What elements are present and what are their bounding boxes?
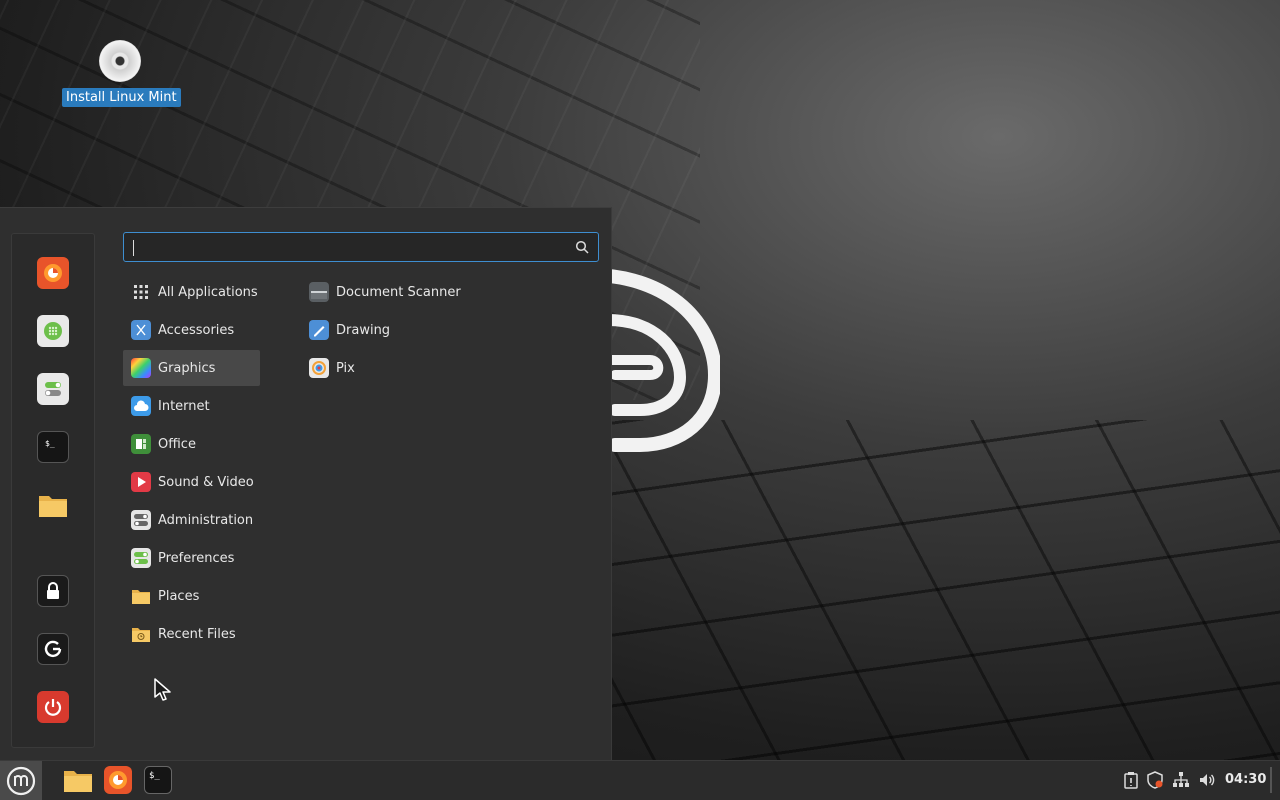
logout-icon — [44, 640, 62, 658]
category-sound-video[interactable]: Sound & Video — [123, 464, 260, 500]
taskbar-firefox[interactable] — [103, 765, 133, 795]
app-drawing[interactable]: Drawing — [301, 312, 390, 348]
firefox-icon — [104, 766, 132, 794]
taskbar: $_ 04:30 — [0, 760, 1280, 800]
category-label: Places — [158, 588, 200, 604]
show-desktop-edge[interactable] — [1270, 767, 1272, 793]
volume-icon — [1200, 774, 1215, 786]
folder-icon — [39, 496, 67, 517]
firefox-icon — [44, 264, 62, 282]
desktop-icon-label: Install Linux Mint — [62, 88, 181, 107]
drawing-icon — [309, 320, 329, 340]
tray-volume[interactable] — [1197, 770, 1217, 790]
cloud-icon — [131, 396, 151, 416]
favorite-files[interactable] — [37, 489, 69, 521]
desktop-icon-install-linux-mint[interactable]: Install Linux Mint — [62, 40, 181, 107]
text-caret — [133, 240, 134, 256]
app-label: Pix — [336, 360, 355, 376]
svg-text:$_: $_ — [149, 771, 160, 781]
taskbar-files[interactable] — [63, 765, 93, 795]
network-icon — [1173, 772, 1189, 787]
mint-menu-icon — [6, 766, 36, 795]
scanner-icon — [309, 282, 329, 302]
admin-toggles-icon — [131, 510, 151, 530]
terminal-icon: $_ — [45, 439, 55, 448]
category-all-applications[interactable]: All Applications — [123, 274, 260, 310]
category-label: Internet — [158, 398, 210, 414]
palette-icon — [131, 358, 151, 378]
mouse-cursor-icon — [154, 678, 171, 701]
disc-icon — [99, 40, 141, 82]
folder-icon — [64, 771, 92, 792]
office-icon — [131, 434, 151, 454]
favorites-bar: $_ — [11, 233, 95, 748]
pix-icon — [309, 358, 329, 378]
scissors-icon — [131, 320, 151, 340]
tray-update-manager[interactable] — [1145, 770, 1165, 790]
clipboard-icon — [1124, 772, 1138, 789]
svg-text:$_: $_ — [45, 439, 55, 448]
category-label: Sound & Video — [158, 474, 254, 490]
category-places[interactable]: Places — [123, 578, 260, 614]
terminal-icon: $_ — [144, 766, 172, 794]
category-label: Administration — [158, 512, 254, 528]
favorite-software-manager[interactable] — [37, 315, 69, 347]
search-icon — [575, 240, 589, 254]
category-label: All Applications — [158, 284, 258, 300]
category-label: Accessories — [158, 322, 235, 338]
software-manager-icon — [44, 322, 62, 340]
category-label: Office — [158, 436, 196, 452]
category-preferences[interactable]: Preferences — [123, 540, 260, 576]
category-recent-files[interactable]: Recent Files — [123, 616, 260, 652]
category-accessories[interactable]: Accessories — [123, 312, 260, 348]
category-label: Recent Files — [158, 626, 236, 642]
grid-icon — [131, 282, 151, 302]
taskbar-terminal[interactable]: $_ — [143, 765, 173, 795]
category-internet[interactable]: Internet — [123, 388, 260, 424]
play-icon — [131, 472, 151, 492]
tray-clipboard[interactable] — [1121, 770, 1141, 790]
application-menu: $_ All Applications Accessories Graphics… — [0, 207, 612, 761]
app-label: Document Scanner — [336, 284, 461, 300]
favorite-system-settings[interactable] — [37, 373, 69, 405]
settings-toggles-icon — [45, 382, 61, 396]
category-label: Graphics — [158, 360, 216, 376]
favorite-terminal[interactable]: $_ — [37, 431, 69, 463]
taskbar-clock[interactable]: 04:30 — [1225, 772, 1266, 787]
lock-screen-button[interactable] — [37, 575, 69, 607]
app-document-scanner[interactable]: Document Scanner — [301, 274, 461, 310]
start-menu-button[interactable] — [0, 761, 42, 800]
log-out-button[interactable] — [37, 633, 69, 665]
preferences-toggles-icon — [131, 548, 151, 568]
shield-icon — [1147, 771, 1163, 789]
app-label: Drawing — [336, 322, 391, 338]
search-input[interactable] — [123, 232, 599, 262]
quit-button[interactable] — [37, 691, 69, 723]
category-office[interactable]: Office — [123, 426, 260, 462]
wallpaper-tiles — [560, 420, 1280, 760]
power-icon — [44, 699, 62, 716]
recent-folder-icon — [131, 624, 151, 644]
category-graphics[interactable]: Graphics — [123, 350, 260, 386]
category-administration[interactable]: Administration — [123, 502, 260, 538]
app-pix[interactable]: Pix — [301, 350, 355, 386]
favorite-firefox[interactable] — [37, 257, 69, 289]
category-label: Preferences — [158, 550, 235, 566]
lock-icon — [47, 582, 59, 599]
folder-icon — [131, 586, 151, 606]
tray-network[interactable] — [1171, 770, 1191, 790]
